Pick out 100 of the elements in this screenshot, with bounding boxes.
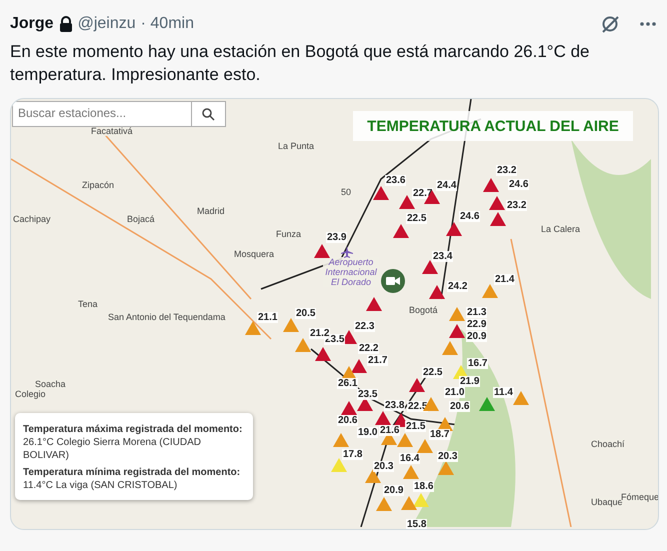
- reading-label: 21.1: [257, 312, 278, 323]
- reading-label: 17.8: [342, 449, 364, 460]
- station-marker-icon[interactable]: [422, 260, 438, 274]
- reading-label: 21.4: [494, 274, 516, 285]
- station-marker-icon[interactable]: [393, 224, 409, 238]
- info-text: Temperatura mínima registrada del momento: 11.4°C La viga (SAN CRISTOBAL): [23, 466, 242, 492]
- reading-label: 24.6: [508, 179, 530, 190]
- reading-label: 11.4: [493, 387, 514, 398]
- reading-label: 23.5: [357, 389, 378, 400]
- station-marker-icon[interactable]: [331, 458, 347, 472]
- station-marker-icon[interactable]: [409, 378, 425, 392]
- slashed-circle-icon[interactable]: [600, 14, 620, 34]
- station-marker-icon[interactable]: [295, 338, 311, 352]
- reading-label: 23.8: [384, 400, 406, 411]
- place-label: Funza: [276, 229, 302, 239]
- station-marker-icon[interactable]: [333, 433, 349, 447]
- info-text: Temperatura máxima registrada del momento: 26.1°C Colegio Sierra Morena (CIUDAD BOLIVAR): [23, 423, 244, 462]
- search-icon: [202, 108, 215, 120]
- reading-label: 24.6: [459, 211, 480, 222]
- station-marker-icon[interactable]: [341, 401, 357, 415]
- station-marker-icon[interactable]: [283, 318, 299, 332]
- place-label: Choachí: [591, 439, 625, 449]
- post-text: En este momento hay una estación en Bogotá que está marcando 26.1°C de temperatura. Impresionante esto.: [10, 41, 591, 86]
- station-marker-icon[interactable]: [315, 347, 331, 361]
- station-marker-icon[interactable]: [373, 186, 389, 200]
- place-label: Aeropuerto Internacional El Dorado: [323, 257, 379, 287]
- post-time: · 40min: [140, 15, 194, 33]
- station-marker-icon[interactable]: [446, 222, 462, 236]
- reading-label: 16.7: [467, 358, 488, 369]
- station-marker-icon[interactable]: [351, 359, 367, 373]
- author-name: Jorge: [10, 15, 54, 33]
- reading-label: 23.2: [496, 165, 518, 176]
- reading-label: 22.3: [354, 321, 376, 332]
- place-label: Colegio: [15, 389, 46, 399]
- reading-label: 21.6: [379, 425, 400, 436]
- station-marker-icon[interactable]: [429, 285, 445, 299]
- place-label: Mosquera: [234, 249, 274, 259]
- reading-label: 21.5: [405, 421, 426, 432]
- station-marker-icon[interactable]: [399, 195, 415, 209]
- station-marker-icon[interactable]: [376, 497, 392, 511]
- author-handle[interactable]: @jeinzu: [78, 15, 136, 33]
- station-marker-icon[interactable]: [365, 469, 381, 483]
- station-marker-icon[interactable]: [245, 321, 261, 335]
- reading-label: 21.0: [444, 387, 466, 398]
- station-marker-icon[interactable]: [449, 307, 465, 321]
- reading-label: 21.9: [459, 376, 480, 387]
- reading-label: 20.6: [337, 415, 358, 426]
- reading-label: 24.4: [436, 180, 458, 191]
- station-marker-icon[interactable]: [375, 411, 391, 425]
- reading-label: 24.2: [447, 281, 468, 292]
- reading-label: 22.2: [358, 343, 380, 354]
- reading-label: 16.4: [399, 453, 420, 464]
- place-label: La Punta: [278, 141, 314, 151]
- station-marker-icon[interactable]: [449, 324, 465, 338]
- reading-label: 22.5: [422, 367, 444, 378]
- reading-label: 20.6: [449, 401, 470, 412]
- station-marker-icon[interactable]: [482, 284, 498, 298]
- place-label: Facatativá: [91, 126, 133, 136]
- station-marker-icon[interactable]: [314, 244, 330, 258]
- station-marker-icon[interactable]: [489, 196, 505, 210]
- more-icon[interactable]: [639, 21, 657, 27]
- station-marker-icon[interactable]: [366, 297, 382, 311]
- station-marker-icon[interactable]: [438, 461, 454, 475]
- station-marker-icon[interactable]: [490, 212, 506, 226]
- map-title: TEMPERATURA ACTUAL DEL AIRE: [353, 111, 633, 141]
- place-label: Bogotá: [409, 305, 438, 315]
- place-label: Cachipay: [13, 214, 51, 224]
- airplane-icon: [341, 246, 353, 258]
- reading-label: 23.2: [506, 200, 528, 211]
- place-label: Bojacá: [127, 214, 155, 224]
- camera-marker-icon[interactable]: [381, 269, 405, 293]
- station-marker-icon[interactable]: [483, 178, 499, 192]
- place-label: Madrid: [197, 206, 225, 216]
- reading-label: 21.7: [367, 355, 388, 366]
- station-marker-icon[interactable]: [417, 439, 433, 453]
- station-marker-icon[interactable]: [442, 341, 458, 355]
- place-label: Ubaque: [591, 497, 623, 507]
- reading-label: 20.5: [295, 308, 316, 319]
- station-marker-icon[interactable]: [513, 391, 529, 405]
- station-marker-icon[interactable]: [479, 397, 495, 411]
- place-label: Zipacón: [82, 180, 114, 190]
- place-label: San Antonio del Tequendama: [108, 312, 226, 322]
- reading-label: 20.9: [383, 485, 404, 496]
- place-label: Tena: [78, 299, 98, 309]
- place-label: 50: [341, 187, 352, 197]
- station-marker-icon[interactable]: [403, 465, 419, 479]
- reading-label: 26.1: [337, 378, 358, 389]
- station-marker-icon[interactable]: [397, 433, 413, 447]
- place-label: La Calera: [541, 224, 580, 234]
- reading-label: 18.7: [429, 429, 450, 440]
- search-bar[interactable]: Buscar estaciones...: [12, 101, 226, 127]
- reading-label: 21.3: [466, 307, 488, 318]
- station-marker-icon[interactable]: [357, 397, 373, 411]
- station-marker-icon[interactable]: [413, 493, 429, 507]
- reading-label: 19.0: [357, 427, 378, 438]
- station-marker-icon[interactable]: [401, 496, 417, 510]
- reading-label: 23.6: [385, 175, 406, 186]
- reading-label: 15.8: [406, 519, 428, 529]
- reading-label: 20.3: [373, 461, 394, 472]
- reading-label: 22.9: [466, 319, 488, 330]
